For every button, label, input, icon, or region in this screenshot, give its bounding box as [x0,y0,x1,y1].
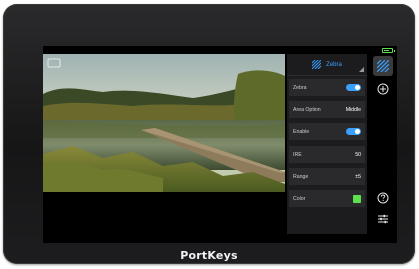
range-value: ±5 [355,173,361,180]
area-option-value: Middle [345,106,361,113]
screen: Zebra Zebra Area Option Middle Enable IR… [43,46,397,243]
help-icon [377,192,389,204]
add-icon [377,83,389,95]
help-button[interactable] [373,188,393,208]
row-ire[interactable]: IRE 50 [289,146,365,163]
row-zebra[interactable]: Zebra [289,79,365,96]
row-label: IRE [293,151,302,158]
add-button[interactable] [373,79,393,99]
menu-title: Zebra [326,61,342,68]
row-area-option[interactable]: Area Option Middle [289,101,365,118]
row-label: Range [293,173,309,180]
zebra-toggle[interactable] [346,84,361,91]
menu-header[interactable]: Zebra [287,54,367,76]
battery-icon [382,48,395,53]
settings-sliders-icon [378,214,388,224]
monitor-device: Zebra Zebra Area Option Middle Enable IR… [3,4,415,264]
camera-preview [43,54,285,192]
zebra-tool-button[interactable] [373,56,393,76]
row-label: Zebra [293,84,307,91]
ire-value: 50 [355,151,361,158]
zebra-icon [312,60,322,69]
row-label: Color [293,195,306,202]
row-label: Enable [293,128,310,135]
side-toolbar [370,54,397,234]
zebra-menu-panel: Zebra Zebra Area Option Middle Enable IR… [287,54,367,234]
row-enable[interactable]: Enable [289,123,365,140]
brand-logo: PortKeys [180,249,238,262]
enable-toggle[interactable] [346,128,361,135]
zebra-icon [377,60,389,72]
corner-indicator-icon [359,67,364,72]
row-color[interactable]: Color [289,190,365,207]
color-swatch[interactable] [353,194,361,203]
settings-button[interactable] [373,209,393,229]
row-label: Area Option [293,106,321,113]
row-range[interactable]: Range ±5 [289,168,365,185]
